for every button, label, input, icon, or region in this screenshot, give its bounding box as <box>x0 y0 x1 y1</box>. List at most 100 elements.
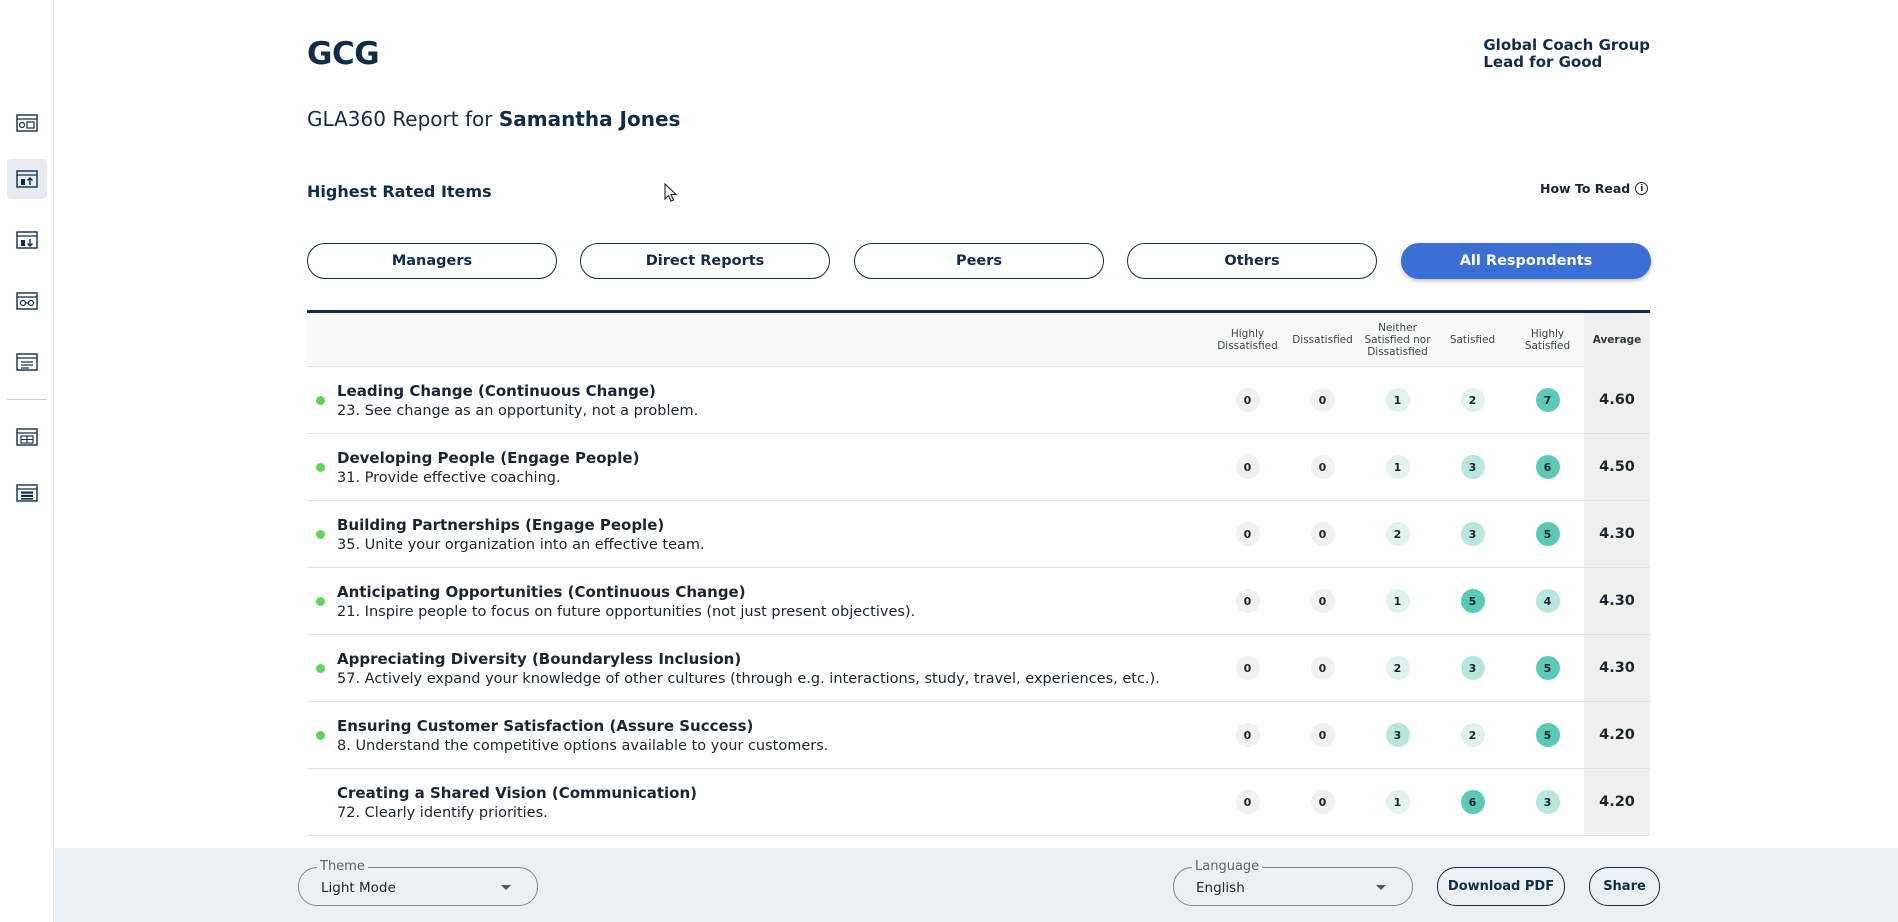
cell-highly-dissatisfied: 0 <box>1210 367 1285 433</box>
item-description: 35. Unite your organization into an effe… <box>337 537 705 553</box>
theme-value: Light Mode <box>321 880 396 896</box>
count-badge: 6 <box>1460 790 1485 814</box>
table-row: Leading Change (Continuous Change) 23. Se… <box>307 367 1650 434</box>
nav-table-icon[interactable] <box>7 417 47 457</box>
count-badge: 3 <box>1460 455 1485 479</box>
language-value: English <box>1196 880 1245 896</box>
tab-managers[interactable]: Managers <box>307 243 557 279</box>
how-to-read-link[interactable]: How To Read i <box>1540 181 1649 196</box>
count-badge: 4 <box>1535 589 1560 613</box>
count-badge: 1 <box>1385 790 1410 814</box>
count-badge: 0 <box>1235 790 1260 814</box>
col-highly-satisfied: Highly Satisfied <box>1524 328 1571 352</box>
cell-highly-satisfied: 3 <box>1510 769 1585 835</box>
cell-highly-satisfied: 5 <box>1510 702 1585 768</box>
status-dot <box>316 530 325 539</box>
table-body: Leading Change (Continuous Change) 23. Se… <box>307 367 1650 836</box>
count-badge: 0 <box>1235 522 1260 546</box>
count-badge: 2 <box>1460 388 1485 412</box>
item-title: Developing People (Engage People) <box>337 449 640 467</box>
cell-neither: 2 <box>1360 635 1435 701</box>
average-value: 4.30 <box>1584 568 1650 634</box>
cell-highly-satisfied: 7 <box>1510 367 1585 433</box>
cell-highly-satisfied: 5 <box>1510 501 1585 567</box>
item-description: 8. Understand the competitive options av… <box>337 738 829 754</box>
count-badge: 5 <box>1535 723 1560 747</box>
count-badge: 0 <box>1310 656 1335 680</box>
nav-lowest-rated-icon[interactable] <box>7 220 47 260</box>
average-value: 4.20 <box>1584 769 1650 835</box>
count-badge: 3 <box>1460 522 1485 546</box>
count-badge: 3 <box>1460 656 1485 680</box>
col-highly-dissatisfied: Highly Dissatisfied <box>1217 328 1278 352</box>
theme-select[interactable]: Theme Light Mode <box>298 859 538 906</box>
col-neither: Neither Satisfied nor Dissatisfied <box>1364 322 1431 358</box>
nav-overview-icon[interactable] <box>7 103 47 143</box>
count-badge: 3 <box>1535 790 1560 814</box>
count-badge: 0 <box>1235 589 1260 613</box>
count-badge: 0 <box>1310 455 1335 479</box>
average-value: 4.50 <box>1584 434 1650 500</box>
average-value: 4.60 <box>1584 367 1650 433</box>
count-badge: 2 <box>1460 723 1485 747</box>
col-average: Average <box>1584 313 1650 367</box>
report-title-prefix: GLA360 Report for <box>307 107 493 131</box>
item-description: 23. See change as an opportunity, not a … <box>337 403 699 419</box>
company-tagline: Lead for Good <box>1483 53 1603 71</box>
status-dot <box>316 396 325 405</box>
cell-highly-satisfied: 4 <box>1510 568 1585 634</box>
count-badge: 0 <box>1235 388 1260 412</box>
cell-neither: 1 <box>1360 434 1435 500</box>
theme-label: Theme <box>317 859 368 874</box>
status-dot <box>316 597 325 606</box>
cell-satisfied: 3 <box>1435 434 1510 500</box>
item-title: Anticipating Opportunities (Continuous C… <box>337 583 746 601</box>
cell-highly-satisfied: 5 <box>1510 635 1585 701</box>
tab-others[interactable]: Others <box>1127 243 1377 279</box>
cell-satisfied: 2 <box>1435 367 1510 433</box>
cell-neither: 2 <box>1360 501 1435 567</box>
cell-highly-satisfied: 6 <box>1510 434 1585 500</box>
item-description: 72. Clearly identify priorities. <box>337 805 548 821</box>
status-dot <box>316 731 325 740</box>
cell-highly-dissatisfied: 0 <box>1210 434 1285 500</box>
cell-satisfied: 3 <box>1435 635 1510 701</box>
nav-highest-rated-icon[interactable] <box>7 159 47 199</box>
count-badge: 0 <box>1235 656 1260 680</box>
info-icon: i <box>1635 182 1649 195</box>
tab-direct-reports[interactable]: Direct Reports <box>580 243 830 279</box>
item-title: Ensuring Customer Satisfaction (Assure S… <box>337 717 754 735</box>
share-button[interactable]: Share <box>1589 867 1660 906</box>
cell-satisfied: 3 <box>1435 501 1510 567</box>
cell-dissatisfied: 0 <box>1285 635 1360 701</box>
cell-neither: 3 <box>1360 702 1435 768</box>
average-value: 4.30 <box>1584 501 1650 567</box>
average-value: 4.20 <box>1584 702 1650 768</box>
count-badge: 0 <box>1310 388 1335 412</box>
cell-highly-dissatisfied: 0 <box>1210 702 1285 768</box>
nav-list-icon[interactable] <box>7 473 47 513</box>
count-badge: 1 <box>1385 455 1410 479</box>
language-select[interactable]: Language English <box>1173 859 1413 906</box>
nav-gaps-icon[interactable] <box>7 281 47 321</box>
item-description: 21. Inspire people to focus on future op… <box>337 604 916 620</box>
table-row: Appreciating Diversity (Boundaryless Inc… <box>307 635 1650 702</box>
tab-peers[interactable]: Peers <box>854 243 1104 279</box>
tab-all-respondents[interactable]: All Respondents <box>1401 243 1651 279</box>
table-row: Developing People (Engage People) 31. Pro… <box>307 434 1650 501</box>
count-badge: 5 <box>1460 589 1485 613</box>
count-badge: 2 <box>1385 656 1410 680</box>
count-badge: 0 <box>1310 522 1335 546</box>
nav-comments-icon[interactable] <box>7 342 47 382</box>
cell-dissatisfied: 0 <box>1285 702 1360 768</box>
table-row: Building Partnerships (Engage People) 35.… <box>307 501 1650 568</box>
count-badge: 5 <box>1535 656 1560 680</box>
item-title: Leading Change (Continuous Change) <box>337 382 656 400</box>
rail-divider <box>7 399 47 400</box>
cell-dissatisfied: 0 <box>1285 434 1360 500</box>
download-pdf-button[interactable]: Download PDF <box>1437 867 1565 906</box>
chevron-down-icon <box>501 885 511 890</box>
item-title: Creating a Shared Vision (Communication) <box>337 784 697 802</box>
table-row: Ensuring Customer Satisfaction (Assure S… <box>307 702 1650 769</box>
count-badge: 5 <box>1535 522 1560 546</box>
